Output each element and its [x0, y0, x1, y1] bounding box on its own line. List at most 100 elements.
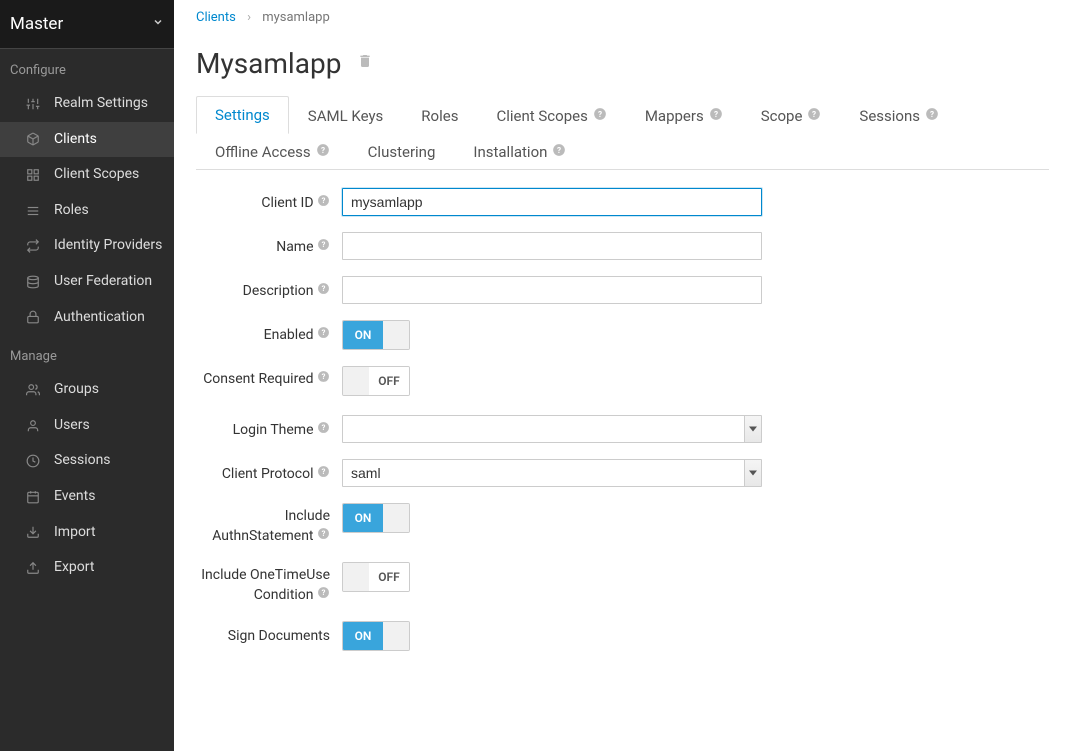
label-login-theme: Login Theme ?	[196, 415, 342, 441]
help-icon[interactable]: ?	[593, 107, 607, 125]
svg-text:?: ?	[322, 196, 326, 205]
sidebar-item-label: Authentication	[54, 308, 164, 328]
svg-text:?: ?	[322, 588, 326, 597]
svg-text:?: ?	[322, 423, 326, 432]
svg-text:?: ?	[322, 467, 326, 476]
help-icon[interactable]: ?	[317, 194, 330, 213]
svg-text:?: ?	[322, 372, 326, 381]
sidebar-item-identity-providers[interactable]: Identity Providers	[0, 228, 174, 264]
breadcrumb-parent[interactable]: Clients	[196, 10, 236, 25]
help-icon[interactable]: ?	[317, 370, 330, 389]
import-icon	[24, 525, 42, 539]
sidebar-item-label: Identity Providers	[54, 236, 164, 256]
main-content: Clients › mysamlapp Mysamlapp Settings S…	[174, 0, 1071, 751]
sign-documents-toggle[interactable]: ON	[342, 621, 410, 651]
help-icon[interactable]: ?	[317, 465, 330, 484]
sidebar-item-users[interactable]: Users	[0, 408, 174, 444]
svg-text:?: ?	[322, 240, 326, 249]
include-authn-toggle[interactable]: ON	[342, 503, 410, 533]
tab-client-scopes[interactable]: Client Scopes?	[477, 96, 625, 134]
help-icon[interactable]: ?	[552, 143, 566, 161]
help-icon[interactable]: ?	[317, 421, 330, 440]
sidebar-section-configure: Configure	[0, 49, 174, 86]
user-icon	[24, 419, 42, 433]
realm-selector[interactable]: Master	[0, 0, 174, 48]
label-enabled: Enabled ?	[196, 320, 342, 346]
sidebar-item-label: Client Scopes	[54, 165, 164, 185]
lock-icon	[24, 310, 42, 324]
label-include-onetimeuse: Include OneTimeUse Condition ?	[196, 562, 342, 605]
help-icon[interactable]: ?	[317, 326, 330, 345]
consent-required-toggle[interactable]: OFF	[342, 366, 410, 396]
users-icon	[24, 383, 42, 397]
sidebar: Master Configure Realm Settings Clients …	[0, 0, 174, 751]
sidebar-item-events[interactable]: Events	[0, 479, 174, 515]
settings-form: Client ID ? Name ? Description ?	[196, 170, 1049, 651]
sidebar-item-label: Events	[54, 487, 164, 507]
name-input[interactable]	[342, 232, 762, 260]
tab-scope[interactable]: Scope?	[742, 96, 841, 134]
help-icon[interactable]: ?	[317, 527, 330, 546]
sidebar-item-label: Groups	[54, 380, 164, 400]
form-row-client-protocol: Client Protocol ? saml	[196, 459, 1049, 487]
enabled-toggle[interactable]: ON	[342, 320, 410, 350]
include-onetimeuse-toggle[interactable]: OFF	[342, 562, 410, 592]
cubes-icon	[24, 168, 42, 182]
help-icon[interactable]: ?	[925, 107, 939, 125]
breadcrumb: Clients › mysamlapp	[196, 0, 1049, 31]
tab-sessions[interactable]: Sessions?	[840, 96, 958, 134]
sidebar-item-label: Export	[54, 558, 164, 578]
sidebar-item-clients[interactable]: Clients	[0, 122, 174, 158]
form-row-sign-documents: Sign Documents ON	[196, 621, 1049, 651]
sidebar-item-client-scopes[interactable]: Client Scopes	[0, 157, 174, 193]
label-name: Name ?	[196, 232, 342, 258]
sidebar-item-roles[interactable]: Roles	[0, 193, 174, 229]
label-sign-documents: Sign Documents	[196, 621, 342, 647]
form-row-name: Name ?	[196, 232, 1049, 260]
svg-text:?: ?	[930, 108, 934, 118]
sidebar-section-manage: Manage	[0, 335, 174, 372]
sidebar-item-sessions[interactable]: Sessions	[0, 443, 174, 479]
svg-text:?: ?	[557, 145, 561, 155]
help-icon[interactable]: ?	[317, 586, 330, 605]
tab-roles[interactable]: Roles	[402, 96, 477, 134]
help-icon[interactable]: ?	[317, 282, 330, 301]
database-icon	[24, 275, 42, 289]
help-icon[interactable]: ?	[317, 238, 330, 257]
sidebar-item-user-federation[interactable]: User Federation	[0, 264, 174, 300]
label-consent-required: Consent Required ?	[196, 366, 342, 390]
sidebar-item-label: Clients	[54, 130, 164, 150]
tabs: Settings SAML Keys Roles Client Scopes? …	[196, 96, 1049, 170]
sidebar-item-label: Import	[54, 523, 164, 543]
sidebar-item-label: Users	[54, 416, 164, 436]
svg-text:?: ?	[321, 145, 325, 155]
sidebar-item-label: Roles	[54, 201, 164, 221]
help-icon[interactable]: ?	[316, 143, 330, 161]
label-include-authn: Include AuthnStatement ?	[196, 503, 342, 546]
client-protocol-select[interactable]: saml	[342, 459, 762, 487]
sidebar-item-export[interactable]: Export	[0, 550, 174, 586]
tab-settings[interactable]: Settings	[196, 96, 289, 134]
clock-icon	[24, 454, 42, 468]
tab-offline-access[interactable]: Offline Access?	[196, 133, 349, 170]
tab-clustering[interactable]: Clustering	[349, 133, 455, 170]
help-icon[interactable]: ?	[709, 107, 723, 125]
tab-saml-keys[interactable]: SAML Keys	[289, 96, 403, 134]
client-id-input[interactable]	[342, 188, 762, 216]
cube-icon	[24, 132, 42, 146]
tab-installation[interactable]: Installation?	[454, 133, 585, 170]
login-theme-select[interactable]	[342, 415, 762, 443]
tab-mappers[interactable]: Mappers?	[626, 96, 742, 134]
help-icon[interactable]: ?	[807, 107, 821, 125]
calendar-icon	[24, 490, 42, 504]
svg-text:?: ?	[598, 108, 602, 118]
form-row-include-onetimeuse: Include OneTimeUse Condition ? OFF	[196, 562, 1049, 605]
label-client-id: Client ID ?	[196, 188, 342, 214]
exchange-icon	[24, 239, 42, 253]
sidebar-item-authentication[interactable]: Authentication	[0, 300, 174, 336]
delete-button[interactable]	[357, 53, 373, 74]
sidebar-item-groups[interactable]: Groups	[0, 372, 174, 408]
sidebar-item-realm-settings[interactable]: Realm Settings	[0, 86, 174, 122]
sidebar-item-import[interactable]: Import	[0, 515, 174, 551]
description-input[interactable]	[342, 276, 762, 304]
